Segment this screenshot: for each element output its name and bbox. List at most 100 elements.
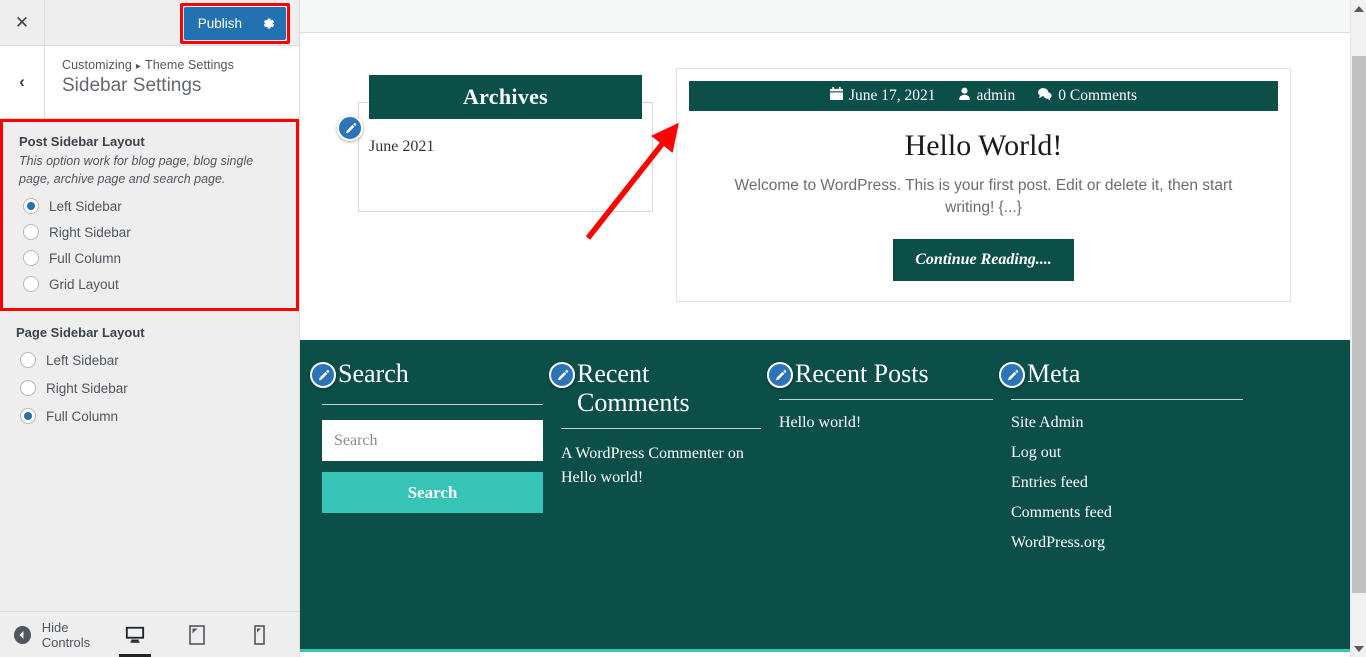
customizer-controls: Post Sidebar Layout This option work for… [0,119,299,626]
customizer-footer: Hide Controls [0,611,299,657]
annotation-arrow [585,122,679,240]
widget-divider [561,428,761,430]
site-footer: Search Search Recent Comments [300,340,1350,652]
post-meta-bar: June 17, 2021 admin 0 Comments [689,81,1278,111]
radio-icon[interactable] [20,352,36,369]
search-input[interactable] [322,420,543,462]
calendar-icon [829,86,843,106]
radio-icon[interactable] [23,276,39,293]
radio-icon[interactable] [23,250,39,267]
footer-widget-recent-comments: Recent Comments A WordPress Commenter on… [549,359,779,552]
close-icon[interactable]: ✕ [0,0,45,45]
post-excerpt: Welcome to WordPress. This is your first… [734,177,1233,217]
widget-title: Search [338,359,409,388]
section-description: This option work for blog page, blog sin… [19,154,254,187]
meta-link-comments-feed[interactable]: Comments feed [1011,504,1243,522]
widget-title: Recent Posts [795,359,929,388]
archives-item[interactable]: June 2021 [369,138,434,156]
tablet-icon[interactable] [177,612,217,657]
radio-icon[interactable] [20,408,36,425]
scroll-up-arrow-icon[interactable] [1351,0,1366,17]
scrollbar-thumb[interactable] [1352,56,1366,593]
footer-accent-stripe [300,649,1350,652]
post-author-label: admin [976,87,1016,104]
archives-widget-title: Archives [369,75,642,119]
edit-pencil-icon-search[interactable] [310,362,336,388]
meta-link-entries-feed[interactable]: Entries feed [1011,474,1243,492]
radio-option-grid-layout[interactable]: Grid Layout [23,276,280,293]
recent-comment-item[interactable]: A WordPress Commenter on Hello world! [561,442,761,490]
continue-reading-button[interactable]: Continue Reading.... [893,238,1074,281]
radio-label: Full Column [46,408,119,424]
edit-pencil-icon-recent-posts[interactable] [767,362,793,388]
widget-title: Meta [1027,359,1081,388]
widget-divider [322,404,543,406]
publish-button-label: Publish [197,16,242,31]
footer-widget-columns: Search Search Recent Comments [300,359,1350,552]
user-icon [958,87,971,106]
meta-link-site-admin[interactable]: Site Admin [1011,414,1243,432]
post-title[interactable]: Hello World! [689,129,1278,163]
radio-icon[interactable] [23,198,39,215]
breadcrumb: Customizing ▸ Theme Settings [62,58,234,72]
breadcrumb-separator-icon: ▸ [135,61,141,72]
desktop-icon[interactable] [115,612,155,657]
breadcrumb-root[interactable]: Customizing [62,58,132,72]
breadcrumb-bar: ‹ Customizing ▸ Theme Settings Sidebar Set… [0,46,299,119]
widget-header: Meta [999,359,1243,388]
widget-header: Recent Comments [549,359,761,417]
radio-option-page-left-sidebar[interactable]: Left Sidebar [20,352,283,369]
recent-post-link[interactable]: Hello world! [779,414,993,432]
site-preview: Archives June 2021 June 17, 2021 admin 0… [300,0,1350,657]
panel-titles: Customizing ▸ Theme Settings Sidebar Setti… [45,46,234,118]
radio-label: Left Sidebar [49,198,122,214]
edit-pencil-icon-recent-comments[interactable] [549,362,575,388]
section-page-sidebar-layout: Page Sidebar Layout Left Sidebar Right S… [0,311,299,450]
widget-header: Recent Posts [767,359,993,388]
preview-main-content: Archives June 2021 June 17, 2021 admin 0… [300,33,1350,340]
post-date-label: June 17, 2021 [848,87,936,104]
customizer-header: ✕ Publish [0,0,299,46]
breadcrumb-parent[interactable]: Theme Settings [145,58,234,72]
footer-widget-meta: Meta Site Admin Log out Entries feed Com… [999,359,1261,552]
customizer-screen: ✕ Publish ‹ Customizing ▸ Theme Settings… [0,0,1366,657]
scroll-down-arrow-icon[interactable] [1351,640,1366,657]
post-comments: 0 Comments [1037,87,1137,106]
section-post-sidebar-layout: Post Sidebar Layout This option work for… [0,119,299,312]
post-card: June 17, 2021 admin 0 Comments Hello Wor… [676,68,1291,302]
radio-option-left-sidebar[interactable]: Left Sidebar [23,198,280,215]
section-label: Post Sidebar Layout [19,134,145,149]
gear-icon[interactable] [261,16,276,31]
search-button[interactable]: Search [322,472,543,514]
radio-label: Left Sidebar [46,352,119,368]
radio-option-page-right-sidebar[interactable]: Right Sidebar [20,380,283,397]
back-chevron-icon[interactable]: ‹ [0,46,45,118]
meta-link-wordpress-org[interactable]: WordPress.org [1011,534,1243,552]
widget-divider [779,399,993,401]
collapse-icon [14,625,31,644]
radio-icon[interactable] [20,380,36,397]
post-author: admin [958,87,1016,106]
publish-highlight-box: Publish [179,3,290,44]
widget-divider [1011,399,1243,401]
hide-controls-label: Hide Controls [41,619,91,650]
mobile-icon[interactable] [239,612,279,657]
meta-link-log-out[interactable]: Log out [1011,444,1243,462]
footer-widget-search: Search Search [310,359,561,552]
preview-scrollbar[interactable] [1350,0,1366,657]
radio-label: Grid Layout [49,276,119,292]
radio-icon[interactable] [23,224,39,241]
edit-pencil-icon-meta[interactable] [999,362,1025,388]
radio-label: Full Column [49,250,122,266]
publish-button[interactable]: Publish [183,7,286,40]
preview-top-strip [300,0,1350,33]
widget-header: Search [310,359,543,388]
hide-controls-button[interactable]: Hide Controls [0,620,115,650]
comment-icon [1037,87,1052,106]
radio-option-right-sidebar[interactable]: Right Sidebar [23,224,280,241]
radio-label: Right Sidebar [49,224,131,240]
radio-label: Right Sidebar [46,380,128,396]
radio-option-page-full-column[interactable]: Full Column [20,408,283,425]
edit-pencil-icon-archives[interactable] [337,115,363,141]
radio-option-full-column[interactable]: Full Column [23,250,280,267]
